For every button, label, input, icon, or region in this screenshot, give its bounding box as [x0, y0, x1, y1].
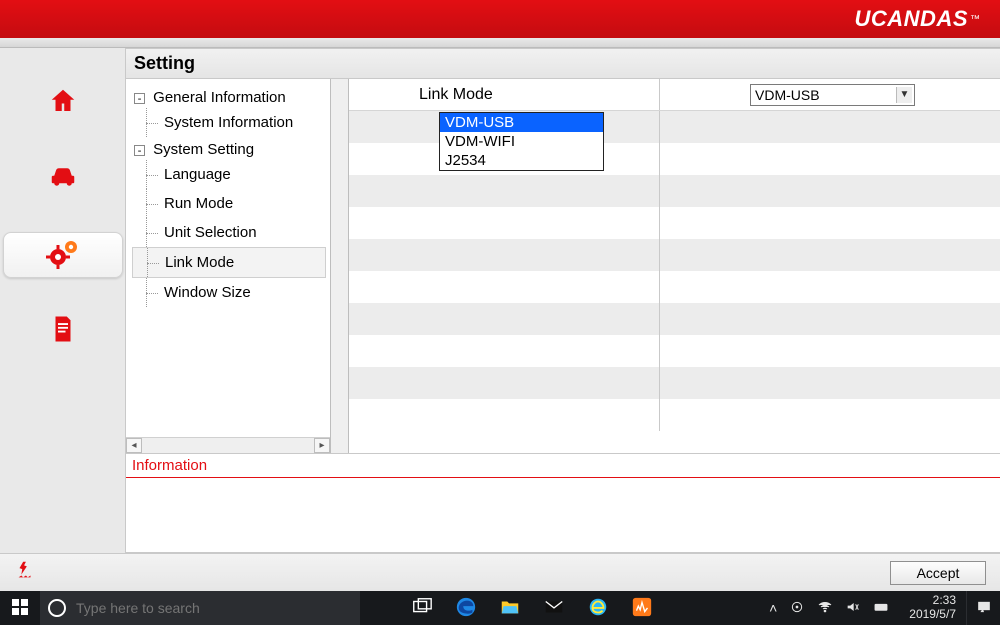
grid-row-empty	[349, 175, 1000, 207]
dropdown-option-j2534[interactable]: J2534	[440, 151, 603, 170]
tree-group-general[interactable]: - General Information	[132, 85, 326, 108]
tree-label: Unit Selection	[164, 224, 257, 241]
app-file-explorer[interactable]	[488, 591, 532, 625]
tree-label: Language	[164, 166, 231, 183]
grid-row-empty	[349, 335, 1000, 367]
search-input[interactable]	[76, 600, 336, 616]
settings-tree[interactable]: - General Information System Information…	[126, 79, 331, 453]
car-icon	[48, 162, 78, 197]
tree-item-unit-selection[interactable]: Unit Selection	[132, 218, 326, 247]
task-view-icon	[411, 596, 433, 621]
section-title: Setting	[126, 49, 1000, 79]
grid-row-empty	[349, 271, 1000, 303]
scroll-right-icon[interactable]: ▸	[314, 438, 330, 453]
grid-value-cell: VDM-USB ▼	[660, 84, 1000, 106]
accept-label: Accept	[917, 565, 960, 581]
content-pane: Setting - General Information System Inf…	[125, 48, 1000, 553]
taskbar-clock[interactable]: 2:33 2019/5/7	[899, 594, 966, 622]
dropdown-option-vdm-wifi[interactable]: VDM-WIFI	[440, 132, 603, 151]
select-value: VDM-USB	[755, 87, 820, 103]
settings-grid: Link Mode VDM-USB ▼	[349, 79, 1000, 453]
wifi-icon[interactable]	[817, 599, 833, 618]
nav-report[interactable]	[3, 308, 123, 354]
app-edge[interactable]	[444, 591, 488, 625]
ie-icon	[587, 596, 609, 621]
app-mail[interactable]	[532, 591, 576, 625]
gears-icon	[45, 235, 81, 276]
link-mode-dropdown[interactable]: VDM-USB VDM-WIFI J2534	[439, 112, 604, 171]
location-icon[interactable]	[789, 599, 805, 618]
tree-label: General Information	[153, 89, 286, 106]
tree-label: System Information	[164, 114, 293, 131]
windows-taskbar: ˄ 2:33 2019/5/7	[0, 591, 1000, 625]
notification-icon	[976, 599, 992, 618]
tree-label: Link Mode	[165, 254, 234, 271]
report-icon	[48, 314, 78, 349]
tree-label: System Setting	[153, 141, 254, 158]
brand-banner: UCANDAS ™	[0, 0, 1000, 38]
grid-row-empty	[349, 367, 1000, 399]
nav-home[interactable]	[3, 80, 123, 126]
action-bar: Accept	[0, 553, 1000, 591]
grid-row-link-mode: Link Mode VDM-USB ▼	[349, 79, 1000, 111]
link-mode-select[interactable]: VDM-USB ▼	[750, 84, 915, 106]
grid-row-empty	[349, 399, 1000, 431]
grid-row-empty	[349, 303, 1000, 335]
info-body	[126, 478, 1000, 552]
tree-label: Window Size	[164, 284, 251, 301]
tree-item-language[interactable]: Language	[132, 160, 326, 189]
taskbar-tray: ˄ 2:33 2019/5/7	[769, 591, 1000, 625]
diagnostic-app-icon	[631, 596, 653, 621]
info-header: Information	[126, 454, 1000, 478]
grid-row-empty	[349, 207, 1000, 239]
tree-item-link-mode[interactable]: Link Mode	[132, 247, 326, 278]
start-button[interactable]	[0, 591, 40, 625]
collapse-icon[interactable]: -	[134, 145, 145, 156]
accept-button[interactable]: Accept	[890, 561, 986, 585]
content-split: - General Information System Information…	[126, 79, 1000, 454]
app-ie[interactable]	[576, 591, 620, 625]
folder-icon	[499, 596, 521, 621]
tree-item-system-information[interactable]: System Information	[132, 108, 326, 137]
exit-icon	[14, 568, 36, 585]
tree-item-run-mode[interactable]: Run Mode	[132, 189, 326, 218]
tray-chevron-up-icon[interactable]: ˄	[769, 600, 777, 616]
nav-vehicle[interactable]	[3, 156, 123, 202]
side-rail	[0, 48, 125, 553]
trademark: ™	[970, 14, 980, 25]
grid-row-empty	[349, 239, 1000, 271]
chevron-down-icon[interactable]: ▼	[896, 87, 912, 103]
edge-icon	[455, 596, 477, 621]
exit-button[interactable]	[14, 559, 36, 586]
app-root: UCANDAS ™	[0, 0, 1000, 625]
brand-text: UCANDAS	[855, 6, 969, 32]
tray-icons: ˄	[769, 599, 899, 618]
taskbar-search[interactable]	[40, 591, 360, 625]
main-area: Setting - General Information System Inf…	[0, 48, 1000, 553]
grid-label: Link Mode	[349, 86, 659, 104]
mail-icon	[543, 596, 565, 621]
home-icon	[48, 86, 78, 121]
tree-item-window-size[interactable]: Window Size	[132, 278, 326, 307]
windows-icon	[12, 599, 28, 618]
tree-label: Run Mode	[164, 195, 233, 212]
nav-settings[interactable]	[3, 232, 123, 278]
cortana-icon	[48, 599, 66, 617]
banner-understrip	[0, 38, 1000, 48]
app-diagnostic[interactable]	[620, 591, 664, 625]
dropdown-option-vdm-usb[interactable]: VDM-USB	[440, 113, 603, 132]
split-divider[interactable]	[331, 79, 349, 453]
volume-icon[interactable]	[845, 599, 861, 618]
clock-date: 2019/5/7	[909, 608, 956, 622]
tree-group-system-setting[interactable]: - System Setting	[132, 137, 326, 160]
keyboard-icon[interactable]	[873, 599, 889, 618]
task-view-button[interactable]	[400, 591, 444, 625]
taskbar-apps	[400, 591, 664, 625]
tree-hscrollbar[interactable]: ◂ ▸	[126, 437, 330, 453]
scroll-left-icon[interactable]: ◂	[126, 438, 142, 453]
clock-time: 2:33	[909, 594, 956, 608]
collapse-icon[interactable]: -	[134, 93, 145, 104]
action-center-button[interactable]	[966, 591, 1000, 625]
